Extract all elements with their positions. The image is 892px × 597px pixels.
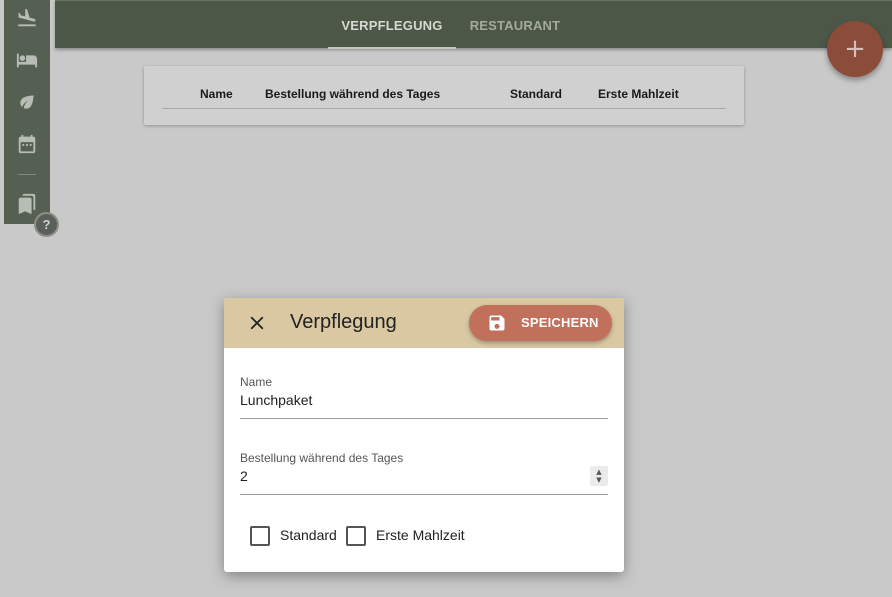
standard-checkbox-label[interactable]: Standard xyxy=(280,527,337,543)
column-header-first-meal[interactable]: Erste Mahlzeit xyxy=(598,87,679,101)
nav-divider xyxy=(18,174,36,175)
bookmarks-icon xyxy=(18,193,36,215)
plus-icon: + xyxy=(844,34,866,64)
chevron-down-icon[interactable]: ▼ xyxy=(596,476,601,484)
first-meal-checkbox-label[interactable]: Erste Mahlzeit xyxy=(376,527,465,543)
tab-label: VERPFLEGUNG xyxy=(341,17,443,33)
tab-verpflegung[interactable]: VERPFLEGUNG xyxy=(328,1,456,49)
column-header-name[interactable]: Name xyxy=(200,87,233,101)
top-bar: VERPFLEGUNG RESTAURANT xyxy=(55,0,892,49)
first-meal-checkbox[interactable] xyxy=(346,526,366,546)
header-divider xyxy=(162,108,726,109)
hotel-bed-icon xyxy=(16,53,38,68)
dialog-header: Verpflegung SPEICHERN xyxy=(224,298,624,348)
nav-item-calendar[interactable] xyxy=(4,126,50,162)
edit-dialog: Verpflegung SPEICHERN Name Lunchpaket Be… xyxy=(224,298,624,572)
number-stepper[interactable]: ▲ ▼ xyxy=(590,466,608,486)
help-icon: ? xyxy=(42,217,51,232)
nav-item-hotel[interactable] xyxy=(4,42,50,78)
save-button[interactable]: SPEICHERN xyxy=(469,305,612,341)
add-button[interactable]: + xyxy=(827,21,883,77)
tab-restaurant[interactable]: RESTAURANT xyxy=(456,1,574,49)
close-icon[interactable] xyxy=(246,312,268,334)
order-field-value[interactable]: 2 xyxy=(240,468,608,484)
name-field[interactable]: Name Lunchpaket xyxy=(240,375,608,419)
column-header-standard[interactable]: Standard xyxy=(510,87,562,101)
save-button-label: SPEICHERN xyxy=(521,315,599,330)
nav-item-eco[interactable] xyxy=(4,84,50,120)
order-field-label: Bestellung während des Tages xyxy=(240,451,404,465)
side-nav xyxy=(4,0,50,224)
column-header-order[interactable]: Bestellung während des Tages xyxy=(265,87,440,101)
nav-item-flights[interactable] xyxy=(4,0,50,36)
leaf-icon xyxy=(20,95,34,109)
dialog-title: Verpflegung xyxy=(290,311,397,333)
active-tab-indicator xyxy=(328,47,456,49)
order-field[interactable]: Bestellung während des Tages 2 ▲ ▼ xyxy=(240,451,608,495)
order-field-underline xyxy=(240,494,608,495)
calendar-icon xyxy=(18,134,36,154)
name-field-underline xyxy=(240,418,608,419)
name-field-value[interactable]: Lunchpaket xyxy=(240,392,608,408)
meal-table: Name Bestellung während des Tages Standa… xyxy=(144,66,744,125)
chevron-up-icon[interactable]: ▲ xyxy=(596,468,601,476)
standard-checkbox[interactable] xyxy=(250,526,270,546)
name-field-label: Name xyxy=(240,375,273,389)
help-button[interactable]: ? xyxy=(34,212,59,237)
flight-land-icon xyxy=(18,8,36,27)
tab-label: RESTAURANT xyxy=(469,17,561,33)
save-icon xyxy=(489,315,505,331)
